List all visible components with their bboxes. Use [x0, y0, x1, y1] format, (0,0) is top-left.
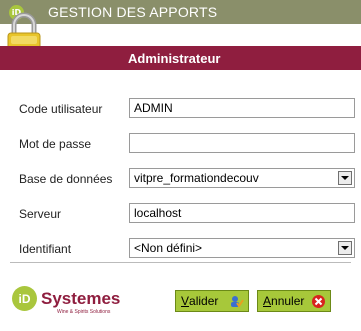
code-utilisateur-label: Code utilisateur — [19, 102, 103, 116]
banner-title: Administrateur — [128, 50, 221, 66]
base-de-donnees-select[interactable]: vitpre_formationdecouv — [129, 168, 355, 188]
serveur-input[interactable] — [129, 203, 355, 223]
valider-label: alider — [189, 294, 219, 308]
header-banner: Administrateur — [0, 46, 361, 70]
cancel-icon — [312, 295, 325, 308]
brand-logo: iD Systemes — [12, 286, 120, 311]
code-utilisateur-input[interactable] — [129, 98, 355, 118]
identifiant-select[interactable]: <Non défini> — [129, 238, 355, 258]
base-de-donnees-value: vitpre_formationdecouv — [134, 171, 259, 185]
serveur-label: Serveur — [19, 207, 62, 221]
annuler-label: nnuler — [271, 294, 305, 308]
window-title: GESTION DES APPORTS — [48, 4, 218, 20]
chevron-down-icon[interactable] — [338, 171, 352, 185]
mot-de-passe-input[interactable] — [129, 133, 355, 153]
annuler-mnemonic: A — [263, 294, 272, 308]
chevron-down-icon[interactable] — [338, 241, 352, 255]
identifiant-label: Identifiant — [19, 242, 72, 256]
valider-mnemonic: V — [181, 294, 190, 308]
brand-tagline: Wine & Spirits Solutions — [57, 309, 111, 315]
mot-de-passe-label: Mot de passe — [19, 137, 92, 151]
divider — [10, 262, 351, 263]
valider-button[interactable]: Valider — [175, 290, 249, 312]
validate-icon — [231, 296, 244, 308]
base-de-donnees-label: Base de données — [19, 172, 113, 186]
brand-name: Systemes — [41, 288, 121, 308]
identifiant-value: <Non défini> — [134, 241, 203, 255]
id-logo-icon: iD — [12, 286, 37, 311]
title-bar: iD GESTION DES APPORTS — [0, 0, 361, 24]
annuler-button[interactable]: Annuler — [257, 290, 331, 312]
